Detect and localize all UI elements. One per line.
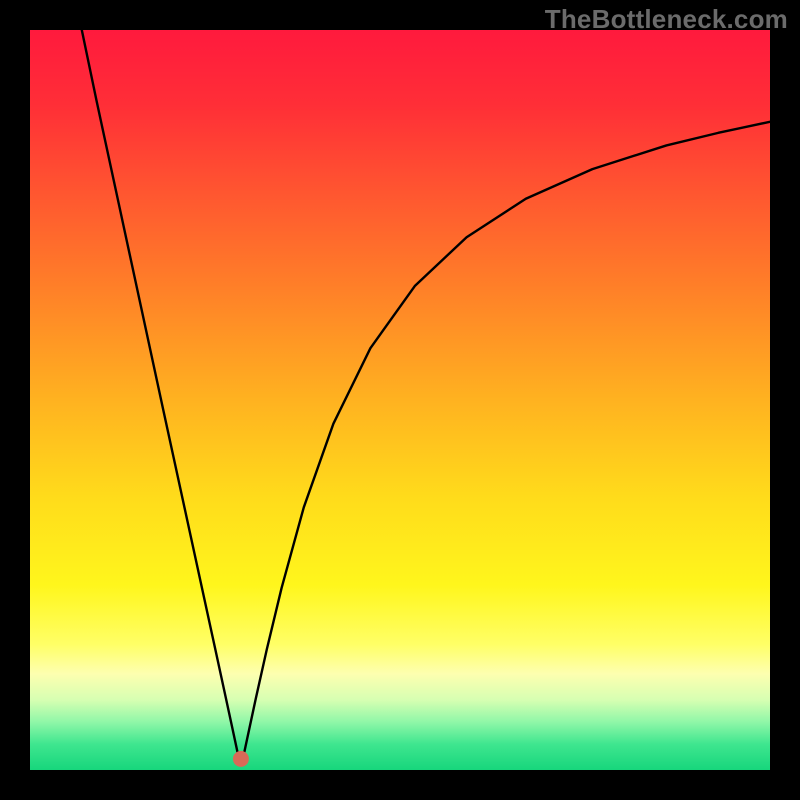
gradient-background [30, 30, 770, 770]
optimal-point-marker [233, 751, 249, 767]
plot-area [30, 30, 770, 770]
chart-frame: TheBottleneck.com [0, 0, 800, 800]
bottleneck-chart [30, 30, 770, 770]
watermark-label: TheBottleneck.com [545, 4, 788, 35]
